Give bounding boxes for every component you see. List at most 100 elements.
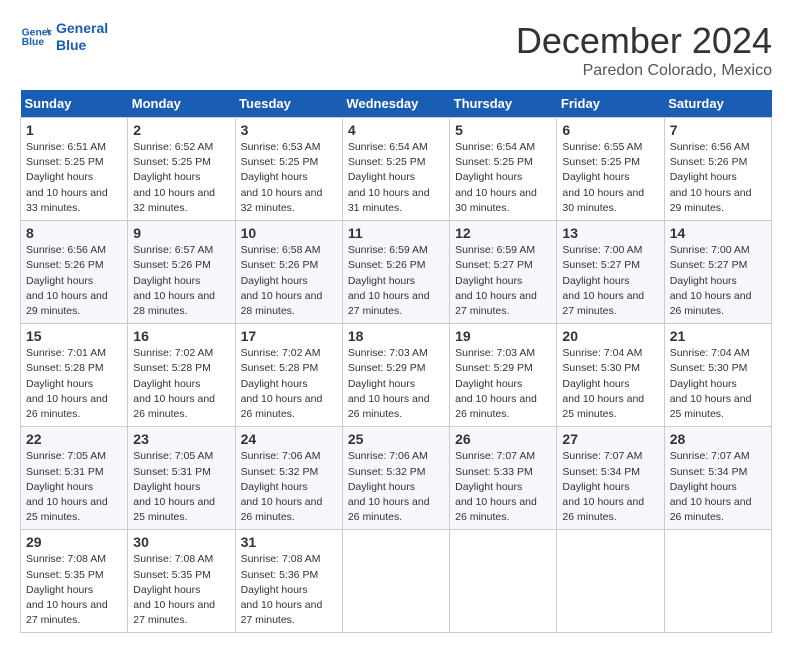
calendar-cell: 4Sunrise: 6:54 AMSunset: 5:25 PMDaylight… xyxy=(342,118,449,221)
header: General Blue General Blue December 2024 … xyxy=(20,20,772,80)
calendar-cell: 5 Sunrise: 6:54 AMSunset: 5:25 PMDaylight… xyxy=(450,118,557,221)
day-info: Sunrise: 6:59 AMSunset: 5:27 PMDaylight … xyxy=(455,243,551,319)
calendar-cell: 1 Sunrise: 6:51 AMSunset: 5:25 PMDaylight… xyxy=(21,118,128,221)
logo: General Blue General Blue xyxy=(20,20,108,54)
day-number: 31 xyxy=(241,534,337,550)
svg-text:Blue: Blue xyxy=(22,37,45,48)
day-info: Sunrise: 7:05 AMSunset: 5:31 PMDaylight … xyxy=(133,449,229,525)
day-number: 27 xyxy=(562,431,658,447)
calendar-cell: 15Sunrise: 7:01 AMSunset: 5:28 PMDayligh… xyxy=(21,324,128,427)
day-number: 8 xyxy=(26,225,122,241)
day-info: Sunrise: 6:55 AMSunset: 5:25 PMDaylight … xyxy=(562,140,658,216)
day-number: 30 xyxy=(133,534,229,550)
calendar-cell: 12 Sunrise: 6:59 AMSunset: 5:27 PMDayligh… xyxy=(450,221,557,324)
calendar-cell: 14Sunrise: 7:00 AMSunset: 5:27 PMDayligh… xyxy=(664,221,771,324)
day-number: 11 xyxy=(348,225,444,241)
day-number: 28 xyxy=(670,431,766,447)
day-info: Sunrise: 7:04 AMSunset: 5:30 PMDaylight … xyxy=(562,346,658,422)
calendar-cell: 6 Sunrise: 6:55 AMSunset: 5:25 PMDaylight… xyxy=(557,118,664,221)
day-info: Sunrise: 7:04 AMSunset: 5:30 PMDaylight … xyxy=(670,346,766,422)
calendar-cell: 25 Sunrise: 7:06 AMSunset: 5:32 PMDayligh… xyxy=(342,427,449,530)
calendar-cell: 16Sunrise: 7:02 AMSunset: 5:28 PMDayligh… xyxy=(128,324,235,427)
calendar-week-1: 1 Sunrise: 6:51 AMSunset: 5:25 PMDaylight… xyxy=(21,118,772,221)
day-number: 15 xyxy=(26,328,122,344)
calendar-cell: 13Sunrise: 7:00 AMSunset: 5:27 PMDayligh… xyxy=(557,221,664,324)
day-info: Sunrise: 6:52 AMSunset: 5:25 PMDaylight … xyxy=(133,140,229,216)
calendar-cell: 7 Sunrise: 6:56 AMSunset: 5:26 PMDaylight… xyxy=(664,118,771,221)
day-number: 12 xyxy=(455,225,551,241)
day-info: Sunrise: 6:58 AMSunset: 5:26 PMDaylight … xyxy=(241,243,337,319)
day-info: Sunrise: 7:02 AMSunset: 5:28 PMDaylight … xyxy=(241,346,337,422)
col-monday: Monday xyxy=(128,90,235,118)
day-number: 3 xyxy=(241,122,337,138)
calendar-cell: 10Sunrise: 6:58 AMSunset: 5:26 PMDayligh… xyxy=(235,221,342,324)
calendar-cell xyxy=(342,530,449,633)
calendar-cell: 2Sunrise: 6:52 AMSunset: 5:25 PMDaylight… xyxy=(128,118,235,221)
day-number: 13 xyxy=(562,225,658,241)
header-row: Sunday Monday Tuesday Wednesday Thursday… xyxy=(21,90,772,118)
day-number: 23 xyxy=(133,431,229,447)
day-number: 22 xyxy=(26,431,122,447)
calendar-cell: 18 Sunrise: 7:03 AMSunset: 5:29 PMDayligh… xyxy=(342,324,449,427)
day-number: 26 xyxy=(455,431,551,447)
calendar-cell xyxy=(557,530,664,633)
calendar-cell xyxy=(450,530,557,633)
calendar-cell xyxy=(664,530,771,633)
day-info: Sunrise: 6:51 AMSunset: 5:25 PMDaylight … xyxy=(26,140,122,216)
calendar-week-4: 22 Sunrise: 7:05 AMSunset: 5:31 PMDayligh… xyxy=(21,427,772,530)
calendar-cell: 9 Sunrise: 6:57 AMSunset: 5:26 PMDaylight… xyxy=(128,221,235,324)
col-saturday: Saturday xyxy=(664,90,771,118)
day-number: 18 xyxy=(348,328,444,344)
day-info: Sunrise: 6:53 AMSunset: 5:25 PMDaylight … xyxy=(241,140,337,216)
day-number: 20 xyxy=(562,328,658,344)
col-friday: Friday xyxy=(557,90,664,118)
day-info: Sunrise: 7:05 AMSunset: 5:31 PMDaylight … xyxy=(26,449,122,525)
day-info: Sunrise: 6:56 AMSunset: 5:26 PMDaylight … xyxy=(670,140,766,216)
col-sunday: Sunday xyxy=(21,90,128,118)
day-number: 6 xyxy=(562,122,658,138)
day-number: 9 xyxy=(133,225,229,241)
day-info: Sunrise: 7:08 AMSunset: 5:35 PMDaylight … xyxy=(26,552,122,628)
day-number: 16 xyxy=(133,328,229,344)
day-info: Sunrise: 7:07 AMSunset: 5:34 PMDaylight … xyxy=(670,449,766,525)
calendar-table: Sunday Monday Tuesday Wednesday Thursday… xyxy=(20,90,772,633)
calendar-cell: 8 Sunrise: 6:56 AMSunset: 5:26 PMDaylight… xyxy=(21,221,128,324)
title-area: December 2024 Paredon Colorado, Mexico xyxy=(516,20,772,80)
month-title: December 2024 xyxy=(516,20,772,62)
day-info: Sunrise: 6:57 AMSunset: 5:26 PMDaylight … xyxy=(133,243,229,319)
day-info: Sunrise: 7:03 AMSunset: 5:29 PMDaylight … xyxy=(455,346,551,422)
day-number: 17 xyxy=(241,328,337,344)
calendar-cell: 22 Sunrise: 7:05 AMSunset: 5:31 PMDayligh… xyxy=(21,427,128,530)
day-info: Sunrise: 7:07 AMSunset: 5:33 PMDaylight … xyxy=(455,449,551,525)
calendar-cell: 29Sunrise: 7:08 AMSunset: 5:35 PMDayligh… xyxy=(21,530,128,633)
day-info: Sunrise: 6:54 AMSunset: 5:25 PMDaylight … xyxy=(455,140,551,216)
calendar-cell: 24 Sunrise: 7:06 AMSunset: 5:32 PMDayligh… xyxy=(235,427,342,530)
logo-line1: General xyxy=(56,20,108,37)
day-number: 14 xyxy=(670,225,766,241)
day-info: Sunrise: 6:56 AMSunset: 5:26 PMDaylight … xyxy=(26,243,122,319)
day-info: Sunrise: 6:54 AMSunset: 5:25 PMDaylight … xyxy=(348,140,444,216)
calendar-cell: 19Sunrise: 7:03 AMSunset: 5:29 PMDayligh… xyxy=(450,324,557,427)
day-number: 7 xyxy=(670,122,766,138)
calendar-cell: 31Sunrise: 7:08 AMSunset: 5:36 PMDayligh… xyxy=(235,530,342,633)
day-number: 5 xyxy=(455,122,551,138)
logo-icon: General Blue xyxy=(20,21,52,53)
subtitle: Paredon Colorado, Mexico xyxy=(516,62,772,80)
calendar-week-3: 15Sunrise: 7:01 AMSunset: 5:28 PMDayligh… xyxy=(21,324,772,427)
calendar-cell: 27Sunrise: 7:07 AMSunset: 5:34 PMDayligh… xyxy=(557,427,664,530)
day-info: Sunrise: 7:03 AMSunset: 5:29 PMDaylight … xyxy=(348,346,444,422)
col-thursday: Thursday xyxy=(450,90,557,118)
calendar-cell: 28 Sunrise: 7:07 AMSunset: 5:34 PMDayligh… xyxy=(664,427,771,530)
calendar-cell: 23 Sunrise: 7:05 AMSunset: 5:31 PMDayligh… xyxy=(128,427,235,530)
calendar-cell: 21Sunrise: 7:04 AMSunset: 5:30 PMDayligh… xyxy=(664,324,771,427)
day-number: 24 xyxy=(241,431,337,447)
calendar-cell: 11Sunrise: 6:59 AMSunset: 5:26 PMDayligh… xyxy=(342,221,449,324)
day-info: Sunrise: 7:06 AMSunset: 5:32 PMDaylight … xyxy=(348,449,444,525)
day-number: 25 xyxy=(348,431,444,447)
calendar-week-2: 8 Sunrise: 6:56 AMSunset: 5:26 PMDaylight… xyxy=(21,221,772,324)
calendar-cell: 3 Sunrise: 6:53 AMSunset: 5:25 PMDaylight… xyxy=(235,118,342,221)
col-tuesday: Tuesday xyxy=(235,90,342,118)
calendar-cell: 17 Sunrise: 7:02 AMSunset: 5:28 PMDayligh… xyxy=(235,324,342,427)
day-number: 1 xyxy=(26,122,122,138)
day-info: Sunrise: 7:06 AMSunset: 5:32 PMDaylight … xyxy=(241,449,337,525)
